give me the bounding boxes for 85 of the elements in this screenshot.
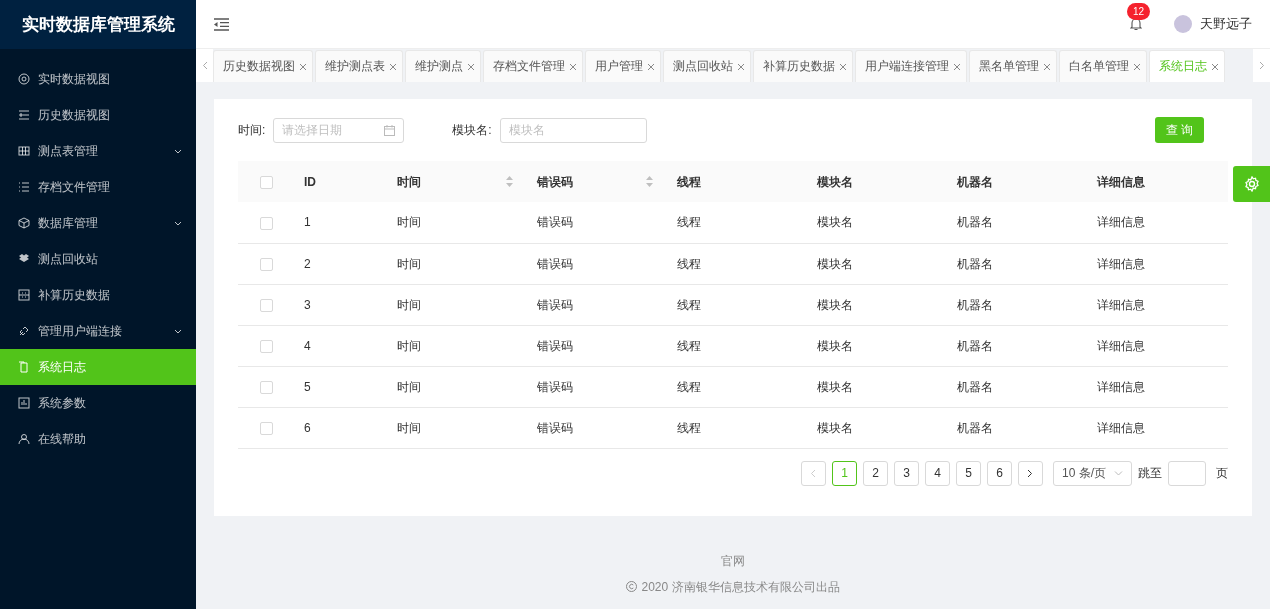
table-cell: 详细信息 [1097, 297, 1145, 312]
column-header: 模块名 [817, 173, 853, 191]
date-picker-field[interactable]: 请选择日期 [273, 117, 405, 143]
tab[interactable]: 测点回收站 [663, 50, 751, 82]
table-cell: 详细信息 [1097, 338, 1145, 353]
page-button[interactable]: 6 [987, 460, 1012, 486]
tab[interactable]: 存档文件管理 [483, 50, 583, 82]
page-button[interactable]: 4 [925, 460, 950, 486]
table-cell: 时间 [397, 338, 421, 353]
table-cell: 机器名 [957, 297, 993, 312]
table-cell: 模块名 [817, 256, 853, 271]
sidebar-item[interactable]: 历史数据视图 [0, 97, 196, 133]
tab[interactable]: 用户端连接管理 [855, 50, 967, 82]
column-header: 详细信息 [1097, 173, 1145, 191]
table-cell: 机器名 [957, 420, 993, 435]
table-cell: 时间 [397, 215, 421, 230]
table-cell: 4 [304, 338, 311, 353]
time-label: 时间: [238, 122, 266, 139]
table-cell: 机器名 [957, 379, 993, 394]
table-cell: 5 [304, 379, 311, 394]
app-title: 实时数据库管理系统 [0, 0, 196, 49]
tab[interactable]: 用户管理 [585, 50, 661, 82]
table-cell: 时间 [397, 256, 421, 271]
sidebar-item[interactable]: 测点回收站 [0, 241, 196, 277]
module-name-field[interactable]: 模块名 [499, 117, 647, 143]
sidebar-item[interactable]: 数据库管理 [0, 205, 196, 241]
copyright-text: 2020 济南银华信息技术有限公司出品 [641, 578, 840, 596]
sidebar-item[interactable]: 管理用户端连接 [0, 313, 196, 349]
column-header: ID [304, 173, 316, 191]
sidebar-item[interactable]: 存档文件管理 [0, 169, 196, 205]
tab[interactable]: 维护测点 [405, 50, 481, 82]
tab[interactable]: 历史数据视图 [213, 50, 313, 82]
table-cell: 模块名 [817, 379, 853, 394]
table-cell: 错误码 [537, 379, 573, 394]
tab[interactable]: 白名单管理 [1059, 50, 1147, 82]
jump-label: 跳至 [1138, 465, 1162, 482]
table-cell: 模块名 [817, 338, 853, 353]
column-header: 错误码 [537, 173, 573, 191]
page-button[interactable]: 5 [956, 460, 981, 486]
table-cell: 详细信息 [1097, 420, 1145, 435]
page-size-select[interactable]: 10 条/页 [1053, 460, 1132, 486]
sidebar-item[interactable]: 补算历史数据 [0, 277, 196, 313]
table-cell: 详细信息 [1097, 379, 1145, 394]
module-label: 模块名: [452, 122, 492, 139]
table-cell: 错误码 [537, 256, 573, 271]
table-cell: 机器名 [957, 215, 993, 230]
sidebar-item[interactable]: 实时数据视图 [0, 61, 196, 97]
notification-count: 12 [1127, 3, 1151, 20]
table-cell: 详细信息 [1097, 256, 1145, 271]
table-cell: 时间 [397, 297, 421, 312]
sidebar-item[interactable]: 系统参数 [0, 385, 196, 421]
page-button[interactable]: 3 [894, 460, 919, 486]
table-cell: 错误码 [537, 215, 573, 230]
table-cell: 线程 [677, 420, 701, 435]
page-button[interactable]: 2 [863, 460, 888, 486]
tab[interactable]: 黑名单管理 [969, 50, 1057, 82]
table-cell: 时间 [397, 420, 421, 435]
table-cell: 6 [304, 420, 311, 435]
table-cell: 3 [304, 297, 311, 312]
sidebar-item[interactable]: 在线帮助 [0, 421, 196, 457]
column-header: 线程 [677, 173, 701, 191]
table-cell: 机器名 [957, 338, 993, 353]
sidebar-item[interactable]: 测点表管理 [0, 133, 196, 169]
table-cell: 模块名 [817, 297, 853, 312]
table-cell: 1 [304, 215, 311, 230]
table-cell: 模块名 [817, 215, 853, 230]
table-cell: 模块名 [817, 420, 853, 435]
page-suffix: 页 [1216, 465, 1228, 482]
column-header: 机器名 [957, 173, 993, 191]
table-cell: 线程 [677, 338, 701, 353]
user-name[interactable]: 天野远子 [1200, 14, 1252, 34]
table-cell: 详细信息 [1097, 215, 1145, 230]
table-cell: 机器名 [957, 256, 993, 271]
table-cell: 错误码 [537, 420, 573, 435]
table-cell: 线程 [677, 215, 701, 230]
table-cell: 线程 [677, 256, 701, 271]
column-header: 时间 [397, 173, 421, 191]
table-cell: 错误码 [537, 297, 573, 312]
tab[interactable]: 维护测点表 [315, 50, 403, 82]
table-cell: 线程 [677, 297, 701, 312]
table-cell: 错误码 [537, 338, 573, 353]
table-cell: 线程 [677, 379, 701, 394]
table-cell: 2 [304, 256, 311, 271]
tab[interactable]: 补算历史数据 [753, 50, 853, 82]
table-cell: 时间 [397, 379, 421, 394]
